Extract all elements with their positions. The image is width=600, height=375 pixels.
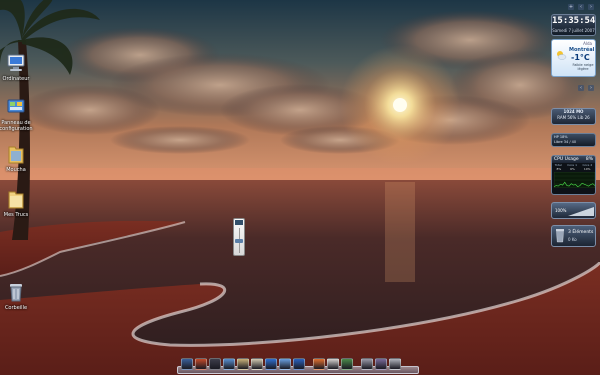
app-icon-6[interactable] [251,358,263,370]
settings-icon[interactable] [209,358,221,370]
trash-icon[interactable] [389,358,401,370]
weather-condition: Faible neige légère [572,63,594,71]
dock-separator [355,358,359,370]
network-icon[interactable] [279,358,291,370]
desktop-icon-moucha[interactable]: Moucha [0,143,38,173]
desktop-icon-ordinateur[interactable]: Ordinateur [0,52,38,82]
clock-time: 15:35:54 [552,16,596,26]
volume-slider-thumb[interactable] [235,239,243,243]
recycle-bin-icon [5,281,27,303]
sidebar-top-nav: + ‹ › [552,2,596,12]
folder-icon [5,188,27,210]
desktop-icon-label: Corbeille [4,305,28,311]
app-icon-5[interactable] [237,358,249,370]
desktop-icon-label: Moucha [6,167,26,173]
volume-gadget[interactable]: 100% [551,202,596,219]
speaker-icon [235,220,243,225]
recycle-bin-icon [556,229,564,243]
weather-gadget[interactable]: Alda Montréal -1°C Faible neige légère [551,39,596,77]
folder-icon [5,143,27,165]
app-icon-13[interactable] [361,358,373,370]
volume-slider-popup[interactable] [233,218,245,256]
disk-detail: Libre 34 / 40 [554,140,577,144]
disk-meter-gadget[interactable]: HP 18% Libre 34 / 40 [551,133,596,147]
recycle-bin-gadget[interactable]: 3 Éléments 0 Ko [551,225,596,247]
app-icon-11[interactable] [327,358,339,370]
dock [177,355,419,374]
cpu-col-value: 8% [556,167,562,171]
desktop-icon-corbeille[interactable]: Corbeille [0,281,38,311]
cpu-usage-gadget[interactable]: CPU Usage 8% Total Core 1 Core 2 8% 6% 1… [551,155,596,195]
clock-gadget[interactable]: 15:35:54 Samedi 7 juillet 2007 [551,14,596,36]
clock-date: Samedi 7 juillet 2007 [552,28,595,33]
recycle-unit: Éléments [572,230,594,235]
cpu-total: 8% [585,157,593,162]
desktop-wallpaper [0,0,600,375]
next-page-button[interactable]: › [588,4,594,10]
desktop-icon-label: Panneau de configuration [0,120,33,132]
control-panel-icon [5,96,27,118]
add-gadget-button[interactable]: + [568,4,574,10]
app-icon-4[interactable] [223,358,235,370]
desktop-icon-label: Ordinateur [2,76,30,82]
dock-separator [307,358,311,370]
ram-meter-gadget[interactable]: 1024 MO RAM 56% Lib 26 [551,108,596,125]
cpu-title: CPU Usage [554,157,579,162]
dock-items [181,358,401,370]
volume-wedge [568,207,594,216]
desktop-icon-label: Mes Trucs [3,212,29,218]
next-page-button[interactable]: › [588,85,594,91]
computer-icon [5,52,27,74]
browser-icon[interactable] [293,358,305,370]
app-icon-10[interactable] [313,358,325,370]
previous-page-button[interactable]: ‹ [578,4,584,10]
weather-temperature: -1°C [571,53,590,62]
app-icon-14[interactable] [375,358,387,370]
ram-usage: RAM 56% Lib 26 [557,115,590,120]
gadgets-sidebar: + ‹ › 15:35:54 Samedi 7 juillet 2007 Ald… [548,0,600,375]
cpu-history-graph [554,172,595,188]
media-player-icon[interactable] [265,358,277,370]
cpu-col-value: 6% [570,167,575,171]
weather-source: Alda [583,41,592,46]
recycle-size: 0 Ko [568,237,577,242]
recycle-count: 3 [568,230,571,235]
cpu-col-value: 10% [583,167,591,171]
sidebar-mid-nav: ‹ › [552,83,596,93]
app-icon-2[interactable] [195,358,207,370]
app-icon-1[interactable] [181,358,193,370]
app-icon-12[interactable] [341,358,353,370]
sun-cloud-icon [557,51,567,60]
desktop-icon-mes-trucs[interactable]: Mes Trucs [0,188,38,218]
desktop-icon-panneau-de-configuration[interactable]: Panneau de configuration [0,96,38,132]
previous-page-button[interactable]: ‹ [578,85,584,91]
